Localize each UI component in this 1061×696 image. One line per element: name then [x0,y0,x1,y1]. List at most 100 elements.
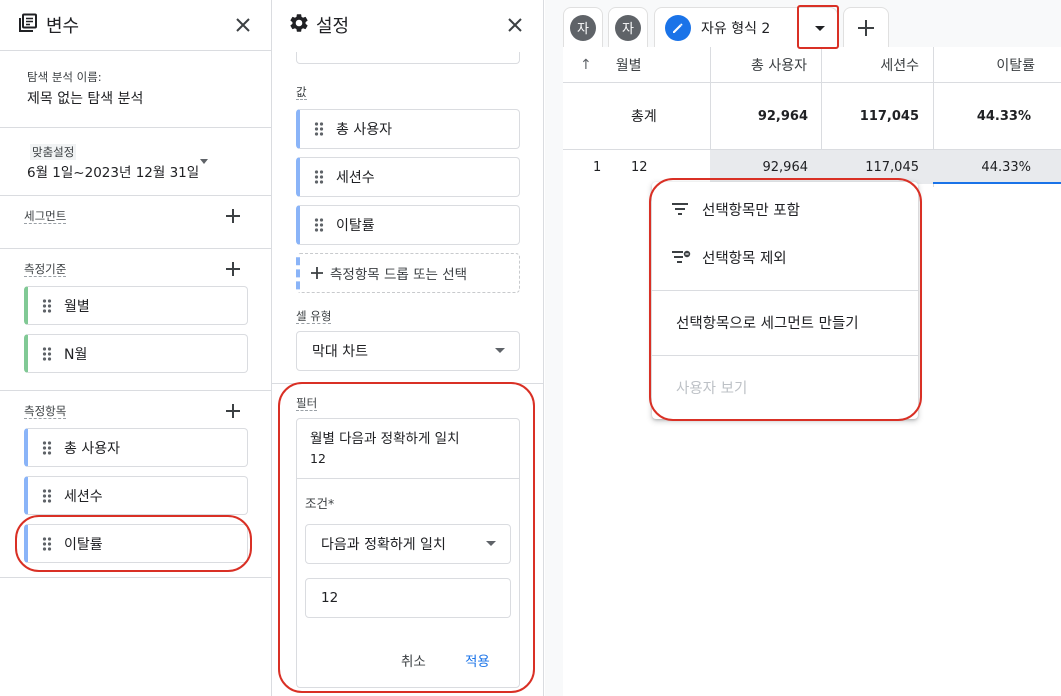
drag-handle-icon[interactable] [314,122,324,136]
caret-down-icon [815,25,825,31]
tab-avatar: 자 [615,14,641,41]
table-header-dimension: ↑ 월별 [563,47,710,83]
metric-label: 세션수 [64,488,103,505]
plus-icon [311,267,323,279]
row-sessions[interactable]: 117,045 [821,150,919,184]
tab-freeform-2[interactable]: 자유 형식 2 [654,7,838,47]
value-label: 총 사용자 [336,122,392,138]
metric-chip-total-users[interactable]: 총 사용자 [24,428,248,467]
table-row[interactable]: 1 12 92,964 117,045 44.33% [563,150,1061,184]
plus-icon [858,19,874,36]
exploration-name-section: 탐색 분석 이름: 제목 없는 탐색 분석 [0,50,271,127]
scrolled-item-edge [296,52,520,64]
cancel-button[interactable]: 취소 [401,650,426,670]
dimensions-label: 측정기준 [24,262,67,277]
value-label: 이탈률 [336,218,375,234]
drag-handle-icon[interactable] [314,218,324,232]
tab-2[interactable]: 자 [608,7,648,47]
row-month[interactable]: 12 [631,150,648,184]
tab-1[interactable]: 자 [563,7,603,47]
menu-exclude-label: 선택항목 제외 [702,250,787,267]
row-bounce-rate[interactable]: 44.33% [933,150,1031,184]
metric-chip-sessions[interactable]: 세션수 [24,476,248,515]
menu-divider [652,290,918,291]
add-segment-plus-icon[interactable] [224,207,242,225]
dimension-label: N월 [64,346,88,363]
metric-chip-bounce-rate[interactable]: 이탈률 [24,524,248,563]
condition-select[interactable]: 다음과 정확하게 일치 [305,524,511,564]
exploration-name-field[interactable]: 제목 없는 탐색 분석 [27,88,143,108]
settings-panel: 설정 값 총 사용자 세션수 이탈률 측정항목 드롭 또는 선택 셀 유형 막대… [272,0,544,696]
header-bounce-rate[interactable]: 이탈률 [933,47,1061,83]
segments-section: 세그먼트 [0,195,271,248]
filter-icon [672,203,688,215]
metrics-label: 측정항목 [24,404,67,419]
date-custom-label: 맞춤설정 [30,144,77,160]
menu-include-only-label: 선택항목만 포함 [702,202,800,219]
value-chip-sessions[interactable]: 세션수 [296,157,520,197]
filter-value-input[interactable]: 12 [305,578,511,618]
gear-icon [288,12,310,38]
chevron-down-icon[interactable] [200,159,208,164]
drag-handle-icon[interactable] [42,488,52,503]
cell-type-select[interactable]: 막대 차트 [296,331,520,371]
close-icon[interactable] [231,13,255,37]
row-index: 1 [593,159,602,175]
metric-label: 총 사용자 [64,440,120,457]
dimension-label: 월별 [64,298,90,315]
settings-title: 설정 [316,16,350,37]
dimension-chip-monthly[interactable]: 월별 [24,286,248,325]
menu-divider [652,355,918,356]
drag-handle-icon[interactable] [42,346,52,361]
tab-label: 자유 형식 2 [701,20,771,37]
variables-panel: 변수 탐색 분석 이름: 제목 없는 탐색 분석 맞춤설정 6월 1일~2023… [0,0,272,696]
divider [272,383,543,384]
drag-handle-icon[interactable] [42,536,52,551]
date-range-value[interactable]: 6월 1일~2023년 12월 31일 [27,161,199,181]
value-label: 세션수 [336,170,375,186]
value-chip-bounce-rate[interactable]: 이탈률 [296,205,520,245]
header-total-users[interactable]: 총 사용자 [710,47,821,83]
menu-include-only[interactable]: 선택항목만 포함 [652,187,918,231]
header-month[interactable]: 월별 [616,55,642,75]
header-sessions[interactable]: 세션수 [821,47,933,83]
add-metric-plus-icon[interactable] [224,402,242,420]
variables-icon [18,13,38,37]
filter-label: 필터 [296,396,318,411]
add-dimension-plus-icon[interactable] [224,260,242,278]
values-label: 값 [296,85,307,100]
sort-arrow-icon[interactable]: ↑ [580,57,592,73]
filter-summary-line2: 12 [310,451,326,466]
drop-metric-zone[interactable]: 측정항목 드롭 또는 선택 [296,253,520,293]
variables-title: 변수 [46,16,80,37]
close-icon[interactable] [503,13,527,37]
menu-exclude[interactable]: 선택항목 제외 [652,235,918,279]
segments-label: 세그먼트 [24,209,67,224]
cell-type-value: 막대 차트 [312,344,368,360]
tab-bar: 자 자 자유 형식 2 [563,0,1061,47]
settings-header: 설정 [272,0,543,50]
cell-type-label: 셀 유형 [296,309,332,324]
add-tab-button[interactable] [843,7,889,47]
drag-handle-icon[interactable] [42,298,52,313]
condition-label: 조건* [305,496,335,511]
tab-avatar: 자 [570,14,596,41]
filter-summary[interactable]: 월별 다음과 정확하게 일치 12 [310,429,460,469]
value-chip-total-users[interactable]: 총 사용자 [296,109,520,149]
filter-exclude-icon [672,250,691,263]
totals-label: 총계 [631,109,657,125]
drag-handle-icon[interactable] [42,440,52,455]
total-users-total: 92,964 [757,108,808,124]
dimensions-section: 측정기준 월별 N월 [0,248,271,390]
dimension-chip-nmonth[interactable]: N월 [24,334,248,373]
context-menu: 선택항목만 포함 선택항목 제외 선택항목으로 세그먼트 만들기 사용자 보기 [652,182,918,419]
row-total-users[interactable]: 92,964 [710,150,809,184]
sessions-total: 117,045 [859,108,919,124]
bounce-rate-total: 44.33% [976,108,1031,124]
apply-button[interactable]: 적용 [465,650,490,670]
filter-summary-line1: 월별 다음과 정확하게 일치 [310,431,460,447]
drag-handle-icon[interactable] [314,170,324,184]
filter-divider [297,478,519,479]
tab-menu-button[interactable] [801,8,839,48]
menu-create-segment[interactable]: 선택항목으로 세그먼트 만들기 [652,300,918,344]
